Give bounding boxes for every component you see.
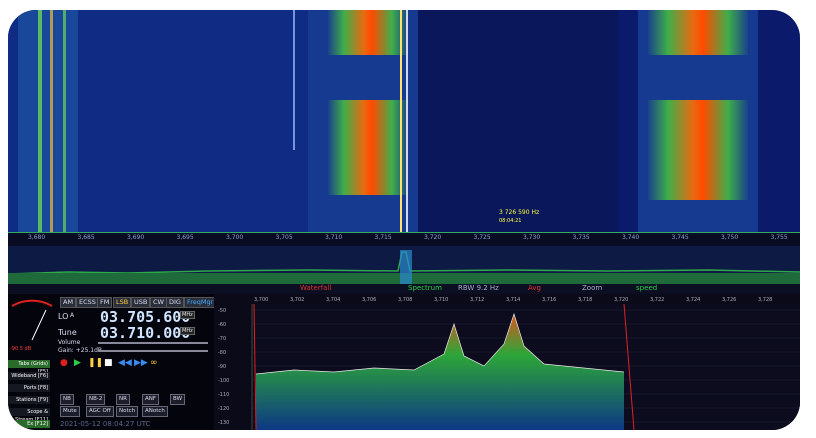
rewind-icon[interactable]: ◀◀ [118,358,132,368]
side-tab-0[interactable]: Tabs (Grids) [F5] [8,360,50,375]
freq-scale-label: 3,680 [28,234,46,241]
mode-dig-button[interactable]: DIG [166,297,184,308]
freq-scale-label: 3,745 [671,234,689,241]
spectrum-freq-label: 3,712 [470,297,484,303]
freq-scale-label: 3,755 [770,234,788,241]
spectrum-db-label: -130 [218,420,229,426]
nr-button[interactable]: NR [116,394,130,405]
freq-scale-label: 3,715 [374,234,392,241]
control-panel: AM ECSS FM LSB USB CW DIG FreqMgr -90.5 … [8,294,217,430]
side-tab-1[interactable]: Wideband [F6] [8,372,50,380]
freq-scale-label: 3,720 [424,234,442,241]
fast-forward-icon[interactable]: ▶▶ [134,358,148,368]
display-toolbar: Waterfall Spectrum RBW 9.2 Hz Avg Zoom s… [8,284,800,294]
tune-frequency-display[interactable]: 03.710.000 [100,324,190,342]
mode-usb-button[interactable]: USB [131,297,151,308]
notch-button[interactable]: Notch [116,406,139,417]
zoom-label[interactable]: Zoom [582,284,602,292]
spectrum-db-label: -90 [218,364,226,370]
freq-scale-label: 3,730 [523,234,541,241]
spectrum-db-label: -60 [218,322,226,328]
play-icon[interactable]: ▶ [74,358,81,368]
side-tab-5[interactable]: Ex [F12] [8,420,50,428]
spectrum-freq-label: 3,722 [650,297,664,303]
spectrum-freq-label: 3,724 [686,297,700,303]
gain-slider[interactable] [98,350,208,352]
anf-button[interactable]: ANF [142,394,160,405]
bw-button[interactable]: BW [170,394,186,405]
spectrum-freq-label: 3,720 [614,297,628,303]
tune-label: Tune [58,328,77,337]
sdr-window: 3 726 590 Hz 08:04:21 3,680 3,685 3,690 3,6… [8,10,800,430]
spectrum-freq-label: 3,702 [290,297,304,303]
spectrum-freq-label: 3,700 [254,297,268,303]
record-icon[interactable]: ● [60,358,68,368]
mode-am-button[interactable]: AM [60,297,77,308]
freq-manager-button[interactable]: FreqMgr [184,297,217,308]
spectrum-freq-label: 3,714 [506,297,520,303]
spectrum-freq-label: 3,726 [722,297,736,303]
waterfall-marker-time: 08:04:21 [499,218,521,224]
spectrum-panel: -50 -60 -70 -80 -90 -100 -110 -120 -130 3,700 3,7… [214,294,800,430]
lo-label: LO [58,312,69,321]
freq-scale-label: 3,705 [275,234,293,241]
loop-icon[interactable]: ∞ [150,358,158,368]
agc-button[interactable]: AGC Off [86,406,114,417]
volume-slider[interactable] [98,342,208,344]
lo-sub: A [70,312,75,319]
freq-scale-label: 3,690 [127,234,145,241]
freq-scale-label: 3,700 [226,234,244,241]
wideband-spectrum[interactable] [8,246,800,284]
waterfall-label[interactable]: Waterfall [300,284,331,292]
s-meter-value: -90.5 dB [10,346,32,352]
spectrum-db-label: -80 [218,350,226,356]
speed-label[interactable]: speed [636,284,657,292]
volume-label: Volume [58,339,81,346]
mode-cw-button[interactable]: CW [150,297,167,308]
spectrum-freq-label: 3,704 [326,297,340,303]
spectrum-db-label: -50 [218,308,226,314]
spectrum-db-label: -70 [218,336,226,342]
avg-label[interactable]: Avg [528,284,541,292]
spectrum-freq-label: 3,710 [434,297,448,303]
freq-scale-label: 3,685 [77,234,95,241]
spectrum-db-label: -110 [218,392,229,398]
mute-button[interactable]: Mute [60,406,80,417]
side-tab-2[interactable]: Ports [F8] [8,384,50,392]
freq-scale-label: 3,725 [473,234,491,241]
spectrum-freq-label: 3,708 [398,297,412,303]
spectrum-plot[interactable]: -50 -60 -70 -80 -90 -100 -110 -120 -130 3,700 3,7… [214,294,800,430]
gain-label: Gain: +25.1dB [58,347,103,354]
freq-scale-label: 3,735 [572,234,590,241]
tune-unit-select[interactable]: MHz [180,327,195,335]
spectrum-freq-label: 3,718 [578,297,592,303]
waterfall-display[interactable]: 3 726 590 Hz 08:04:21 [8,10,800,232]
side-tab-4[interactable]: Scope & Stream [F11] [8,408,50,423]
lo-unit-select[interactable]: MHz [180,311,195,319]
nb-button[interactable]: NB [60,394,74,405]
rbw-label[interactable]: RBW 9.2 Hz [458,284,499,292]
spectrum-freq-label: 3,706 [362,297,376,303]
nb2-button[interactable]: NB-2 [86,394,106,405]
side-tab-3[interactable]: Stations [F9] [8,396,50,404]
mode-ecss-button[interactable]: ECSS [76,297,99,308]
stop-icon[interactable]: ■ [104,358,113,368]
pause-icon[interactable]: ❚❚ [88,358,103,368]
freq-scale-label: 3,710 [325,234,343,241]
waterfall-marker-freq: 3 726 590 Hz [499,209,539,216]
freq-scale-label: 3,695 [176,234,194,241]
anotch-button[interactable]: ANotch [142,406,168,417]
spectrum-label[interactable]: Spectrum [408,284,442,292]
spectrum-db-label: -100 [218,378,229,384]
freq-scale-label: 3,750 [721,234,739,241]
timestamp: 2021-05-12 08:04:27 UTC [60,420,151,428]
frequency-scale: 3,680 3,685 3,690 3,695 3,700 3,705 3,710 3,715… [8,232,800,247]
mode-lsb-button[interactable]: LSB [113,297,132,308]
mode-fm-button[interactable]: FM [97,297,113,308]
freq-scale-label: 3,740 [622,234,640,241]
spectrum-freq-label: 3,728 [758,297,772,303]
spectrum-freq-label: 3,716 [542,297,556,303]
spectrum-db-label: -120 [218,406,229,412]
s-meter-gauge [11,299,53,341]
